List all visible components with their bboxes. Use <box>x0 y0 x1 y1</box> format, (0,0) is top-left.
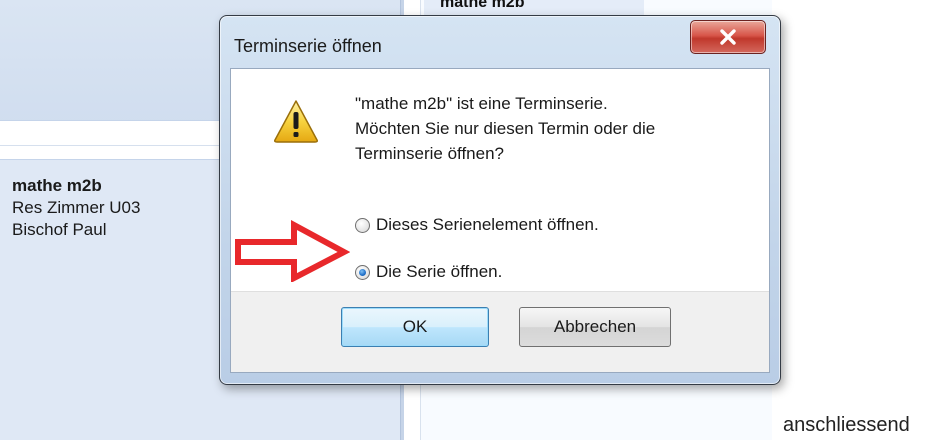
series-open-dialog: Terminserie öffnen "mathe m2b" ist eine … <box>219 15 781 385</box>
option-open-occurrence[interactable]: Dieses Serienelement öffnen. <box>355 215 599 235</box>
radio-button[interactable] <box>355 264 370 280</box>
red-arrow-annotation <box>235 220 350 282</box>
warning-icon <box>274 100 318 143</box>
message-line: Möchten Sie nur diesen Termin oder die <box>355 119 656 138</box>
message-line: Terminserie öffnen? <box>355 144 504 163</box>
radio-button[interactable] <box>355 217 370 233</box>
ok-button[interactable]: OK <box>341 307 489 347</box>
trailing-caption: anschliessend <box>783 414 910 436</box>
close-icon <box>720 29 736 45</box>
option-open-series[interactable]: Die Serie öffnen. <box>355 262 502 282</box>
cancel-button[interactable]: Abbrechen <box>519 307 671 347</box>
appointment-title: mathe m2b <box>12 176 102 195</box>
appointment-block[interactable]: mathe m2b Res Zimmer U03 Bischof Paul <box>12 175 140 241</box>
message-line: "mathe m2b" ist eine Terminserie. <box>355 94 608 113</box>
dialog-message: "mathe m2b" ist eine Terminserie. Möchte… <box>355 91 755 166</box>
appointment-person: Bischof Paul <box>12 220 107 239</box>
calendar-right-event-title: mathe m2b <box>440 0 525 11</box>
dialog-button-bar <box>231 291 769 372</box>
appointment-room: Res Zimmer U03 <box>12 198 141 217</box>
close-button[interactable] <box>690 20 766 54</box>
option-label: Dieses Serienelement öffnen. <box>376 215 599 234</box>
option-label: Die Serie öffnen. <box>376 262 503 281</box>
dialog-title: Terminserie öffnen <box>234 36 382 56</box>
